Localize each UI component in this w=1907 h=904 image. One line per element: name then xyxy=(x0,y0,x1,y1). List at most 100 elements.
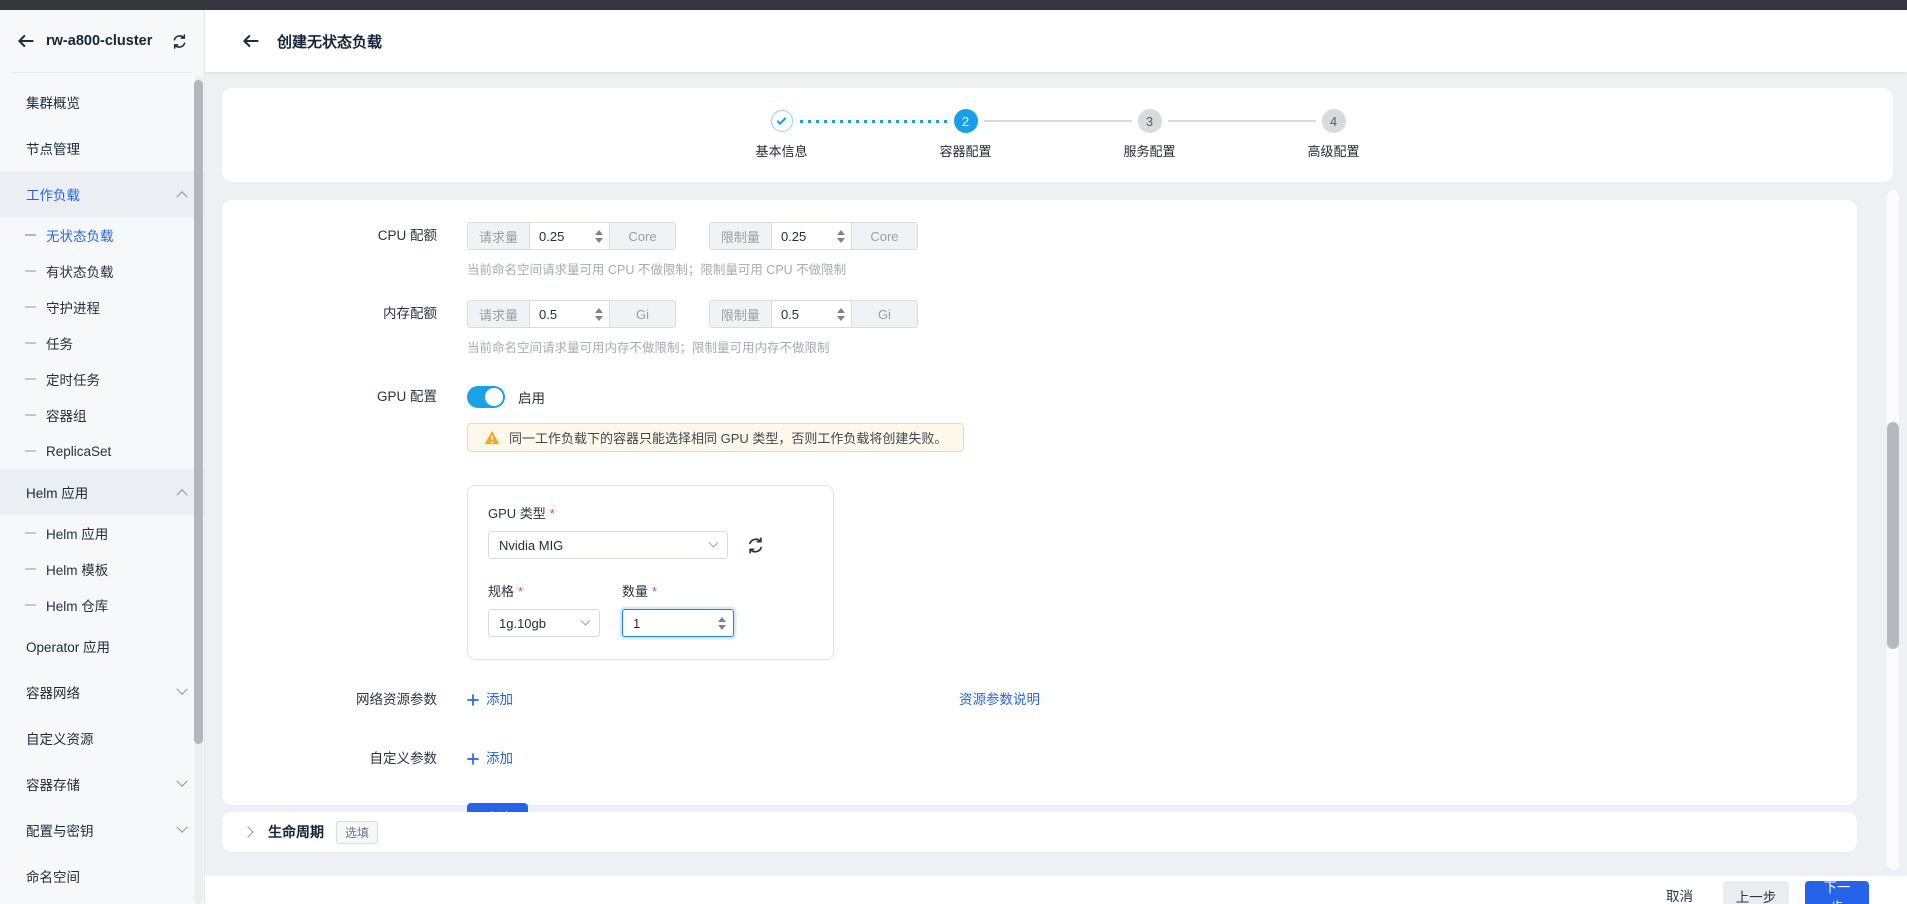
add-network-param-button[interactable]: 添加 xyxy=(467,686,513,714)
dash-icon xyxy=(25,306,36,308)
sidebar-section-container-network[interactable]: 容器网络 xyxy=(0,669,204,715)
stepper-arrows-icon[interactable] xyxy=(718,617,726,630)
memory-request-group: 请求量 Gi xyxy=(467,300,676,328)
custom-params-label: 自定义参数 xyxy=(222,745,437,773)
gpu-toggle-label: 启用 xyxy=(518,387,545,407)
step-advanced-config: 4 高级配置 xyxy=(1322,109,1346,133)
memory-quota-hint: 当前命名空间请求量可用内存不做限制；限制量可用内存不做限制 xyxy=(467,337,1857,356)
cpu-quota-row: CPU 配额 请求量 Core 限制量 xyxy=(222,222,1857,278)
sidebar-scrollbar-thumb[interactable] xyxy=(194,80,203,744)
previous-step-button[interactable]: 上一步 xyxy=(1723,881,1789,904)
footer-action-bar: 取消 上一步 下一步 xyxy=(205,875,1907,904)
cpu-limit-addon: 限制量 xyxy=(710,223,772,249)
gpu-spec-select[interactable]: 1g.10gb xyxy=(488,609,600,637)
gpu-type-label: GPU 类型* xyxy=(488,503,813,522)
required-mark: * xyxy=(652,584,657,599)
dash-icon xyxy=(25,532,36,534)
gpu-config-row: GPU 配置 启用 同一工作负载下的容器只能选择相同 GPU 类型，否则工作负载… xyxy=(222,383,1857,660)
add-custom-param-button[interactable]: 添加 xyxy=(467,745,513,773)
cancel-button[interactable]: 取消 xyxy=(1666,885,1693,904)
sidebar-item-pods[interactable]: 容器组 xyxy=(0,397,204,433)
sidebar-section-container-storage[interactable]: 容器存储 xyxy=(0,761,204,807)
sidebar-section-workloads[interactable]: 工作负载 xyxy=(0,171,204,217)
sidebar-section-helm[interactable]: Helm 应用 xyxy=(0,469,204,515)
cpu-quota-hint: 当前命名空间请求量可用 CPU 不做限制；限制量可用 CPU 不做限制 xyxy=(467,259,1857,278)
chevron-down-icon xyxy=(709,537,719,547)
sidebar: rw-a800-cluster 集群概览 节点管理 工作负载 无状态负载 有状态… xyxy=(0,10,205,904)
stepper-card: 基本信息 2 容器配置 3 服务配置 4 高级配置 xyxy=(222,88,1893,182)
back-arrow-icon[interactable] xyxy=(241,31,261,51)
memory-request-input[interactable] xyxy=(539,307,583,322)
dash-icon xyxy=(25,604,36,606)
refresh-gpu-types-icon[interactable] xyxy=(746,536,765,555)
step-connector xyxy=(1168,120,1316,122)
sidebar-item-helm-template[interactable]: Helm 模板 xyxy=(0,551,204,587)
stepper-arrows-icon[interactable] xyxy=(837,308,845,321)
sidebar-item-node-management[interactable]: 节点管理 xyxy=(0,125,204,171)
cluster-name: rw-a800-cluster xyxy=(46,33,161,49)
cpu-request-addon: 请求量 xyxy=(468,223,530,249)
memory-quota-row: 内存配额 请求量 Gi 限制量 xyxy=(222,300,1857,356)
sidebar-menu: 集群概览 节点管理 工作负载 无状态负载 有状态负载 守护进程 任务 定时任务 … xyxy=(0,73,204,899)
lifecycle-section[interactable]: 生命周期 选填 xyxy=(222,812,1857,852)
check-icon xyxy=(777,115,787,125)
sidebar-item-cronjob[interactable]: 定时任务 xyxy=(0,361,204,397)
sidebar-item-helm-repo[interactable]: Helm 仓库 xyxy=(0,587,204,623)
sidebar-item-job[interactable]: 任务 xyxy=(0,325,204,361)
sidebar-item-stateful-workload[interactable]: 有状态负载 xyxy=(0,253,204,289)
chevron-down-icon xyxy=(176,776,187,787)
main-area: 创建无状态负载 基本信息 2 容器配置 3 服务配置 xyxy=(205,10,1907,904)
content-body: 基本信息 2 容器配置 3 服务配置 4 高级配置 xyxy=(205,72,1907,875)
resource-params-doc-link[interactable]: 资源参数说明 xyxy=(959,686,1040,714)
chevron-right-icon xyxy=(242,826,253,837)
window-top-bar xyxy=(0,0,1907,10)
sidebar-scrollbar[interactable] xyxy=(194,76,203,904)
toggle-knob xyxy=(485,388,503,406)
chevron-down-icon xyxy=(581,615,591,625)
gpu-type-select[interactable]: Nvidia MIG xyxy=(488,531,728,559)
gpu-count-input[interactable] xyxy=(622,609,734,637)
gpu-count-label: 数量* xyxy=(622,581,734,600)
cpu-limit-group: 限制量 Core xyxy=(709,222,918,250)
stepper-arrows-icon[interactable] xyxy=(837,230,845,243)
sidebar-item-operator-app[interactable]: Operator 应用 xyxy=(0,623,204,669)
sidebar-header: rw-a800-cluster xyxy=(0,10,204,72)
step-service-config: 3 服务配置 xyxy=(1138,109,1162,133)
lifecycle-title: 生命周期 xyxy=(268,822,324,842)
cpu-limit-input[interactable] xyxy=(781,229,825,244)
sidebar-item-stateless-workload[interactable]: 无状态负载 xyxy=(0,217,204,253)
memory-limit-addon: 限制量 xyxy=(710,301,772,327)
chevron-down-icon xyxy=(176,822,187,833)
sidebar-section-config-secrets[interactable]: 配置与密钥 xyxy=(0,807,204,853)
gpu-config-label: GPU 配置 xyxy=(222,383,437,660)
main-scrollbar-thumb[interactable] xyxy=(1887,422,1899,649)
sidebar-item-namespace[interactable]: 命名空间 xyxy=(0,853,204,899)
dash-icon xyxy=(25,342,36,344)
dash-icon xyxy=(25,378,36,380)
chevron-up-icon xyxy=(176,191,187,202)
cpu-unit-addon: Core xyxy=(609,223,675,249)
main-scrollbar[interactable] xyxy=(1887,190,1899,870)
stepper-arrows-icon[interactable] xyxy=(595,308,603,321)
sidebar-item-custom-resources[interactable]: 自定义资源 xyxy=(0,715,204,761)
memory-limit-input[interactable] xyxy=(781,307,825,322)
sidebar-item-cluster-overview[interactable]: 集群概览 xyxy=(0,79,204,125)
warning-icon xyxy=(484,430,500,445)
gpu-spec-label: 规格* xyxy=(488,581,600,600)
next-step-button[interactable]: 下一步 xyxy=(1805,881,1869,904)
gpu-enable-toggle[interactable] xyxy=(467,386,505,408)
sidebar-item-daemonset[interactable]: 守护进程 xyxy=(0,289,204,325)
gpu-count-field[interactable] xyxy=(633,616,703,631)
cpu-request-input[interactable] xyxy=(539,229,583,244)
back-arrow-icon[interactable] xyxy=(16,31,36,51)
optional-badge: 选填 xyxy=(336,821,378,844)
stepper-arrows-icon[interactable] xyxy=(595,230,603,243)
page-title: 创建无状态负载 xyxy=(277,31,382,52)
stepper: 基本信息 2 容器配置 3 服务配置 4 高级配置 xyxy=(222,88,1893,133)
step-connector xyxy=(984,120,1132,122)
memory-unit-addon: Gi xyxy=(851,301,917,327)
switch-cluster-icon[interactable] xyxy=(171,33,188,50)
sidebar-item-replicaset[interactable]: ReplicaSet xyxy=(0,433,204,469)
sidebar-item-helm-app[interactable]: Helm 应用 xyxy=(0,515,204,551)
gpu-warning-alert: 同一工作负载下的容器只能选择相同 GPU 类型，否则工作负载将创建失败。 xyxy=(467,423,964,452)
